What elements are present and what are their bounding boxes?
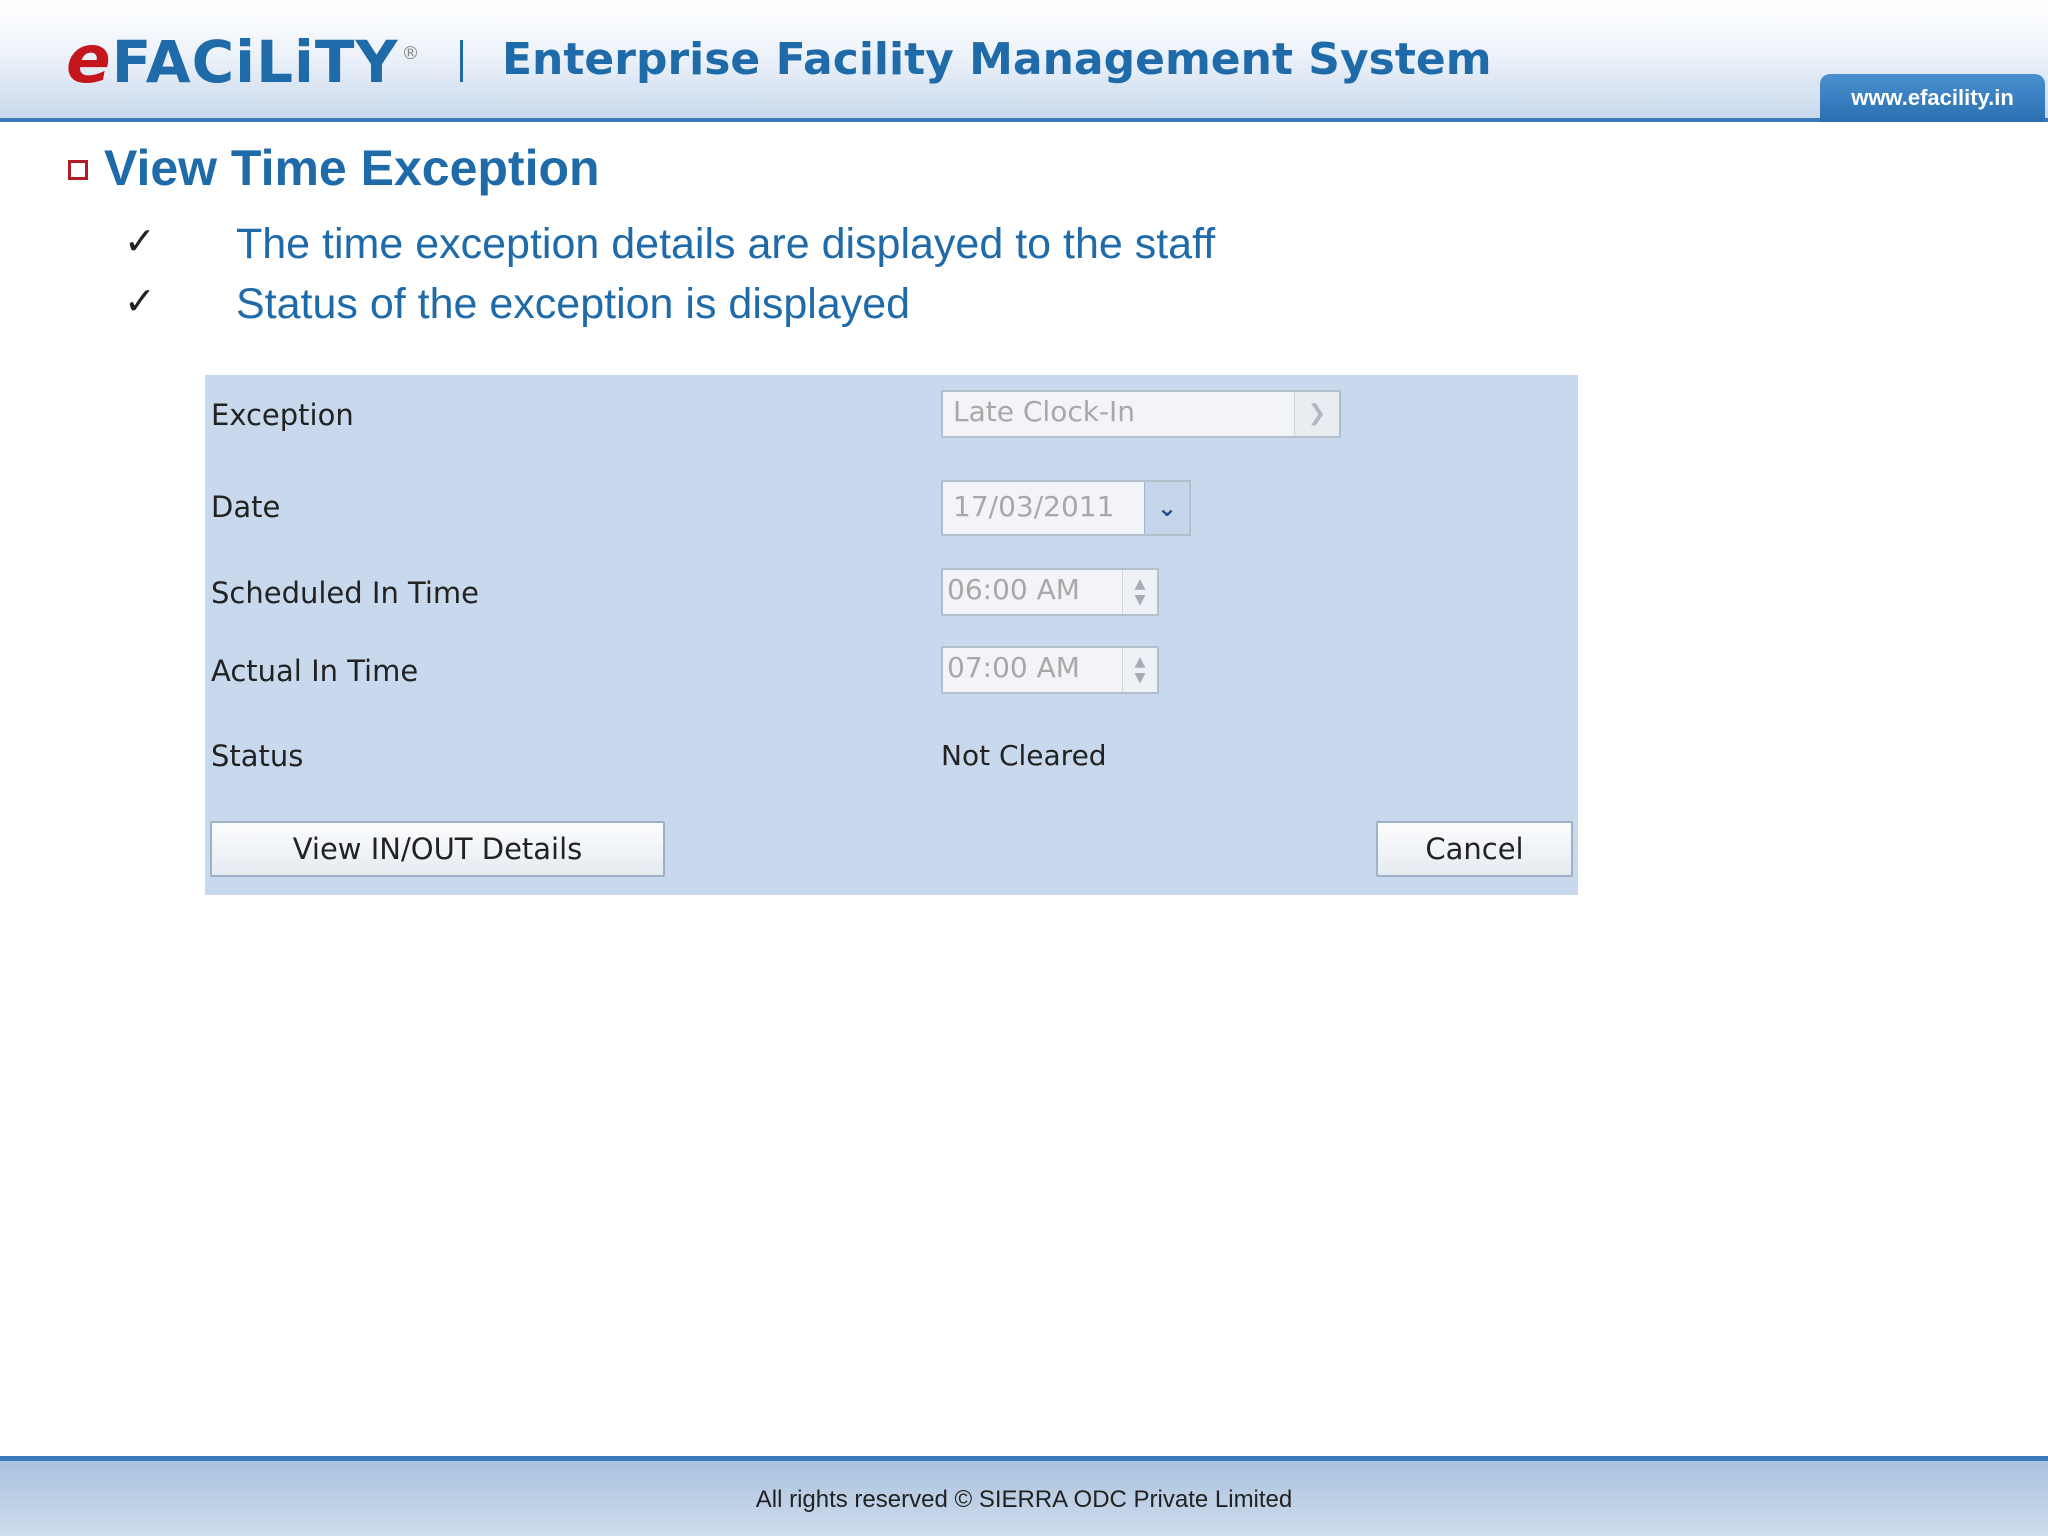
section-title: View Time Exception bbox=[104, 140, 600, 196]
header-banner: eFACiLiTY ® Enterprise Facility Manageme… bbox=[0, 0, 2048, 122]
scheduled-in-time-value: 06:00 AM bbox=[947, 573, 1080, 606]
header-divider bbox=[460, 40, 463, 82]
registered-mark: ® bbox=[401, 43, 421, 64]
date-picker[interactable]: 17/03/2011 ⌄ bbox=[941, 480, 1191, 536]
spinner-arrows-icon[interactable]: ▲ ▼ bbox=[1122, 570, 1157, 614]
efacility-logo: eFACiLiTY ® bbox=[66, 20, 419, 102]
date-label: Date bbox=[211, 490, 281, 524]
exception-select-value: Late Clock-In bbox=[953, 395, 1136, 428]
bullet-point-1: The time exception details are displayed… bbox=[236, 220, 1216, 268]
chevron-down-icon[interactable]: ⌄ bbox=[1144, 482, 1189, 534]
bullet-square-icon bbox=[68, 160, 88, 180]
actual-in-time-spinner[interactable]: 07:00 AM ▲ ▼ bbox=[941, 646, 1159, 694]
spinner-arrows-icon[interactable]: ▲ ▼ bbox=[1122, 648, 1157, 692]
website-url-tab[interactable]: www.efacility.in bbox=[1820, 74, 2045, 122]
view-in-out-details-button[interactable]: View IN/OUT Details bbox=[210, 821, 665, 877]
scheduled-in-time-spinner[interactable]: 06:00 AM ▲ ▼ bbox=[941, 568, 1159, 616]
date-picker-value: 17/03/2011 bbox=[953, 490, 1115, 523]
actual-in-time-label: Actual In Time bbox=[211, 654, 419, 688]
logo-text: FACiLiTY bbox=[111, 28, 399, 96]
bullet-point-2: Status of the exception is displayed bbox=[236, 280, 911, 328]
footer-copyright: All rights reserved © SIERRA ODC Private… bbox=[0, 1456, 2048, 1536]
logo-e: e bbox=[66, 21, 112, 98]
status-label: Status bbox=[211, 739, 304, 773]
actual-in-time-value: 07:00 AM bbox=[947, 651, 1080, 684]
exception-label: Exception bbox=[211, 398, 354, 432]
chevron-down-icon[interactable]: ❯ bbox=[1294, 392, 1339, 436]
header-title: Enterprise Facility Management System bbox=[502, 34, 1492, 85]
cancel-button[interactable]: Cancel bbox=[1376, 821, 1573, 877]
exception-select[interactable]: Late Clock-In ❯ bbox=[941, 390, 1341, 438]
status-value: Not Cleared bbox=[941, 739, 1107, 772]
checkmark-icon: ✓ bbox=[124, 219, 156, 263]
checkmark-icon: ✓ bbox=[124, 279, 156, 323]
scheduled-in-time-label: Scheduled In Time bbox=[211, 576, 480, 610]
time-exception-form: Exception Late Clock-In ❯ Date 17/03/201… bbox=[205, 375, 1578, 895]
